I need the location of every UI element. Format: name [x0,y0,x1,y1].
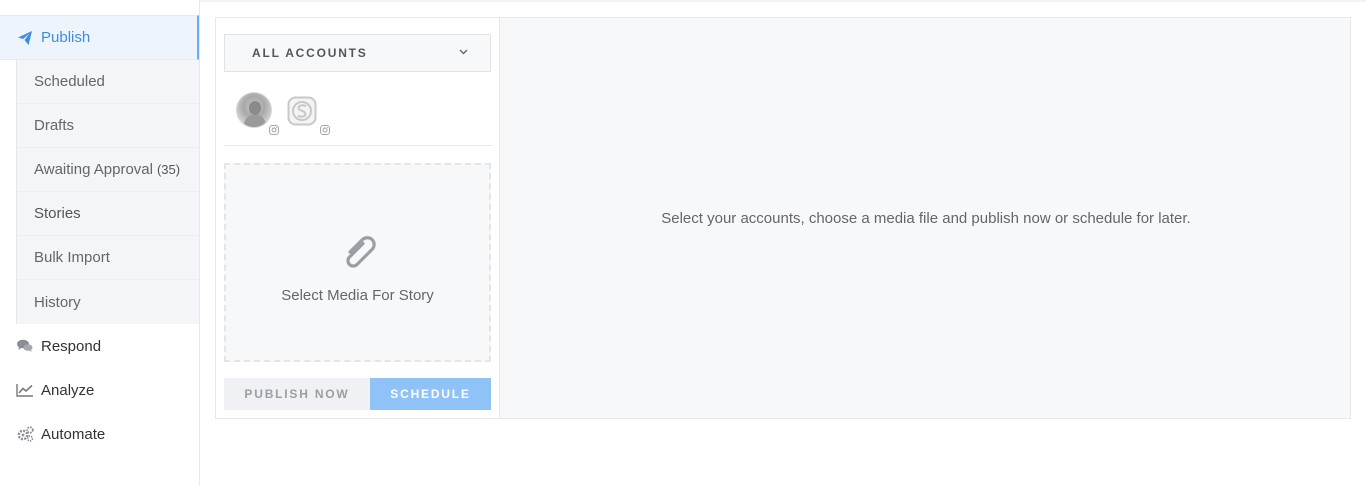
subnav-label: Awaiting Approval [34,161,153,178]
composer-panel: ALL ACCOUNTS Select Media For Story PUBL… [216,18,500,418]
subnav-history[interactable]: History [17,280,199,324]
select-media-label: Select Media For Story [281,286,434,304]
subnav-label: History [34,293,81,311]
gears-icon [16,425,34,443]
nav-respond-label: Respond [41,337,102,355]
schedule-button[interactable]: SCHEDULE [370,378,491,410]
accounts-select[interactable]: ALL ACCOUNTS [224,34,491,72]
accounts-select-label: ALL ACCOUNTS [252,46,368,60]
nav-respond[interactable]: Respond [0,324,199,368]
line-chart-icon [16,381,34,399]
chat-bubbles-icon [16,337,34,355]
paperclip-icon [338,232,378,277]
paper-plane-icon [16,29,34,47]
nav-publish-label: Publish [41,29,91,46]
subnav-label: Scheduled [34,73,105,90]
publish-now-button[interactable]: PUBLISH NOW [224,378,370,410]
avatar [236,92,272,128]
nav-analyze-label: Analyze [41,381,95,399]
top-strip [200,0,1366,2]
nav-automate-label: Automate [41,425,106,443]
account-avatar-1[interactable] [236,92,280,136]
subnav-awaiting-approval[interactable]: Awaiting Approval (35) [17,148,199,192]
subnav-label: Drafts [34,117,75,134]
chevron-down-icon [459,46,468,58]
subnav-scheduled[interactable]: Scheduled [17,60,199,104]
preview-hint: Select your accounts, choose a media fil… [661,209,1191,227]
select-media-dropzone[interactable]: Select Media For Story [224,163,491,362]
brand-logo-icon [287,96,317,126]
nav-publish[interactable]: Publish [0,15,199,60]
subnav-stories[interactable]: Stories [17,192,199,236]
subnav-label: Stories [34,205,81,222]
instagram-icon [268,124,280,136]
sidebar: Publish Scheduled Drafts Awaiting Approv… [0,0,200,486]
account-avatar-2[interactable] [287,92,331,136]
nav-analyze[interactable]: Analyze [0,368,199,412]
preview-area: Select your accounts, choose a media fil… [501,18,1351,418]
subnav-bulk-import[interactable]: Bulk Import [17,236,199,280]
subnav-label: Bulk Import [34,249,110,266]
story-composer-card: ALL ACCOUNTS Select Media For Story PUBL… [215,17,1351,419]
nav-automate[interactable]: Automate [0,412,199,456]
subnav-drafts[interactable]: Drafts [17,104,199,148]
instagram-icon [319,124,331,136]
divider [224,145,492,146]
awaiting-approval-count: (35) [156,162,181,177]
publish-subnav: Scheduled Drafts Awaiting Approval (35) S… [16,60,199,324]
